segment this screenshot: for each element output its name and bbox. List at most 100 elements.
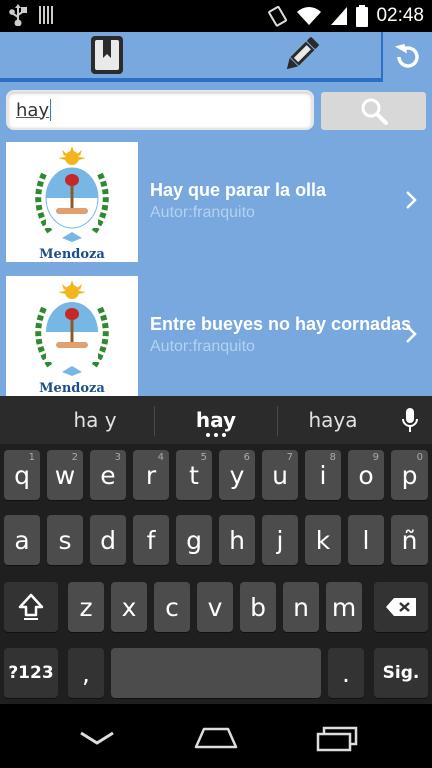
chevron-right-icon — [406, 191, 417, 209]
key-l[interactable]: l — [348, 515, 384, 565]
key-t[interactable]: t5 — [176, 450, 212, 500]
key-i[interactable]: i8 — [305, 450, 341, 500]
backspace-key[interactable] — [374, 582, 428, 632]
search-icon — [361, 98, 388, 125]
search-button[interactable] — [321, 92, 426, 130]
more-suggestions-icon[interactable] — [205, 432, 227, 438]
thumbnail-image: Mendoza — [6, 142, 138, 262]
chevron-right-icon — [406, 325, 417, 343]
bookmark-book-icon — [91, 36, 123, 74]
item-title: Hay que parar la olla — [150, 180, 327, 200]
status-bar: 02:48 — [0, 0, 432, 32]
home-icon[interactable] — [194, 726, 238, 750]
refresh-button[interactable] — [383, 32, 432, 82]
usb-icon — [9, 4, 27, 26]
key-q[interactable]: q1 — [4, 450, 40, 500]
search-input[interactable]: hay — [6, 90, 314, 130]
key-label: w — [54, 460, 76, 490]
key-u[interactable]: u7 — [262, 450, 298, 500]
key-label: q — [14, 460, 30, 490]
key-s[interactable]: s — [47, 515, 83, 565]
tab-book[interactable] — [0, 32, 214, 78]
key-v[interactable]: v — [197, 582, 233, 632]
key-j[interactable]: j — [262, 515, 298, 565]
key-x[interactable]: x — [111, 582, 147, 632]
list-item[interactable]: Mendoza Entre bueyes no hay cornadas Aut… — [0, 272, 432, 396]
key-f[interactable]: f — [133, 515, 169, 565]
key-hint: 1 — [28, 452, 35, 463]
key-g[interactable]: g — [176, 515, 212, 565]
key-c[interactable]: c — [154, 582, 190, 632]
thumbnail-image: Mendoza — [6, 276, 138, 396]
key-label: i — [319, 460, 327, 490]
key-hint: 5 — [200, 452, 207, 463]
thumbnail-caption: Mendoza — [39, 381, 105, 394]
clock: 02:48 — [376, 5, 424, 26]
item-author: Autor:franquito — [150, 204, 255, 221]
key-n-tilde[interactable]: ñ — [391, 515, 428, 565]
key-hint: 8 — [329, 452, 336, 463]
key-hint: 7 — [286, 452, 293, 463]
pencil-icon — [286, 37, 319, 70]
tab-edit[interactable] — [190, 32, 412, 78]
shift-key[interactable] — [4, 582, 58, 632]
key-h[interactable]: h — [219, 515, 255, 565]
key-label: r — [145, 460, 157, 490]
key-label: y — [229, 460, 245, 490]
item-author: Autor:franquito — [150, 338, 255, 355]
key-label: p — [401, 460, 418, 490]
key-label: o — [358, 460, 374, 490]
suggestion-right[interactable]: haya — [278, 396, 388, 444]
key-label: u — [272, 460, 288, 490]
microphone-icon[interactable] — [396, 406, 424, 434]
shift-icon — [18, 593, 44, 620]
key-o[interactable]: o9 — [348, 450, 384, 500]
suggestion-strip: ha y hay haya — [0, 396, 432, 444]
key-hint: 3 — [114, 452, 121, 463]
period-key[interactable]: . — [328, 648, 364, 698]
back-chevron-down-icon[interactable] — [78, 728, 116, 748]
key-r[interactable]: r4 — [133, 450, 169, 500]
key-b[interactable]: b — [240, 582, 276, 632]
refresh-icon — [394, 43, 419, 68]
text-caret — [50, 99, 52, 121]
key-y[interactable]: y6 — [219, 450, 255, 500]
comma-key[interactable]: , — [68, 648, 104, 698]
key-label: e — [100, 460, 116, 490]
results-list: Mendoza Hay que parar la olla Autor:fran… — [0, 138, 432, 396]
key-w[interactable]: w2 — [47, 450, 83, 500]
wifi-icon — [297, 7, 322, 25]
list-item[interactable]: Mendoza Hay que parar la olla Autor:fran… — [0, 138, 432, 264]
sd-card-icon — [39, 6, 53, 24]
signal-icon — [331, 7, 348, 25]
key-hint: 0 — [416, 452, 423, 463]
backspace-icon — [386, 598, 416, 616]
key-e[interactable]: e3 — [90, 450, 126, 500]
thumbnail-caption: Mendoza — [39, 247, 105, 260]
key-hint: 4 — [157, 452, 164, 463]
battery-icon — [356, 5, 369, 27]
key-m[interactable]: m — [326, 582, 362, 632]
mendoza-coat-of-arms-icon: Mendoza — [35, 280, 109, 394]
key-p[interactable]: p0 — [391, 450, 428, 500]
app-bar — [0, 32, 432, 82]
space-bar[interactable] — [111, 648, 321, 698]
key-z[interactable]: z — [68, 582, 104, 632]
rotate-icon — [268, 5, 288, 27]
key-n[interactable]: n — [283, 582, 319, 632]
key-k[interactable]: k — [305, 515, 341, 565]
navigation-bar — [0, 704, 432, 768]
search-input-text: hay — [16, 99, 50, 121]
recents-icon[interactable] — [316, 726, 358, 752]
key-hint: 2 — [71, 452, 78, 463]
suggestion-left[interactable]: ha y — [30, 396, 160, 444]
item-title: Entre bueyes no hay cornadas — [150, 314, 412, 334]
next-key[interactable]: Sig. — [374, 648, 428, 698]
mendoza-coat-of-arms-icon: Mendoza — [35, 146, 109, 260]
key-a[interactable]: a — [4, 515, 40, 565]
key-label: t — [189, 460, 199, 490]
symbols-key[interactable]: ?123 — [4, 648, 58, 698]
key-d[interactable]: d — [90, 515, 126, 565]
suggestion-divider — [154, 406, 155, 436]
soft-keyboard: ha y hay haya q1 w2 e3 r4 t5 y6 u7 i8 o9… — [0, 396, 432, 704]
